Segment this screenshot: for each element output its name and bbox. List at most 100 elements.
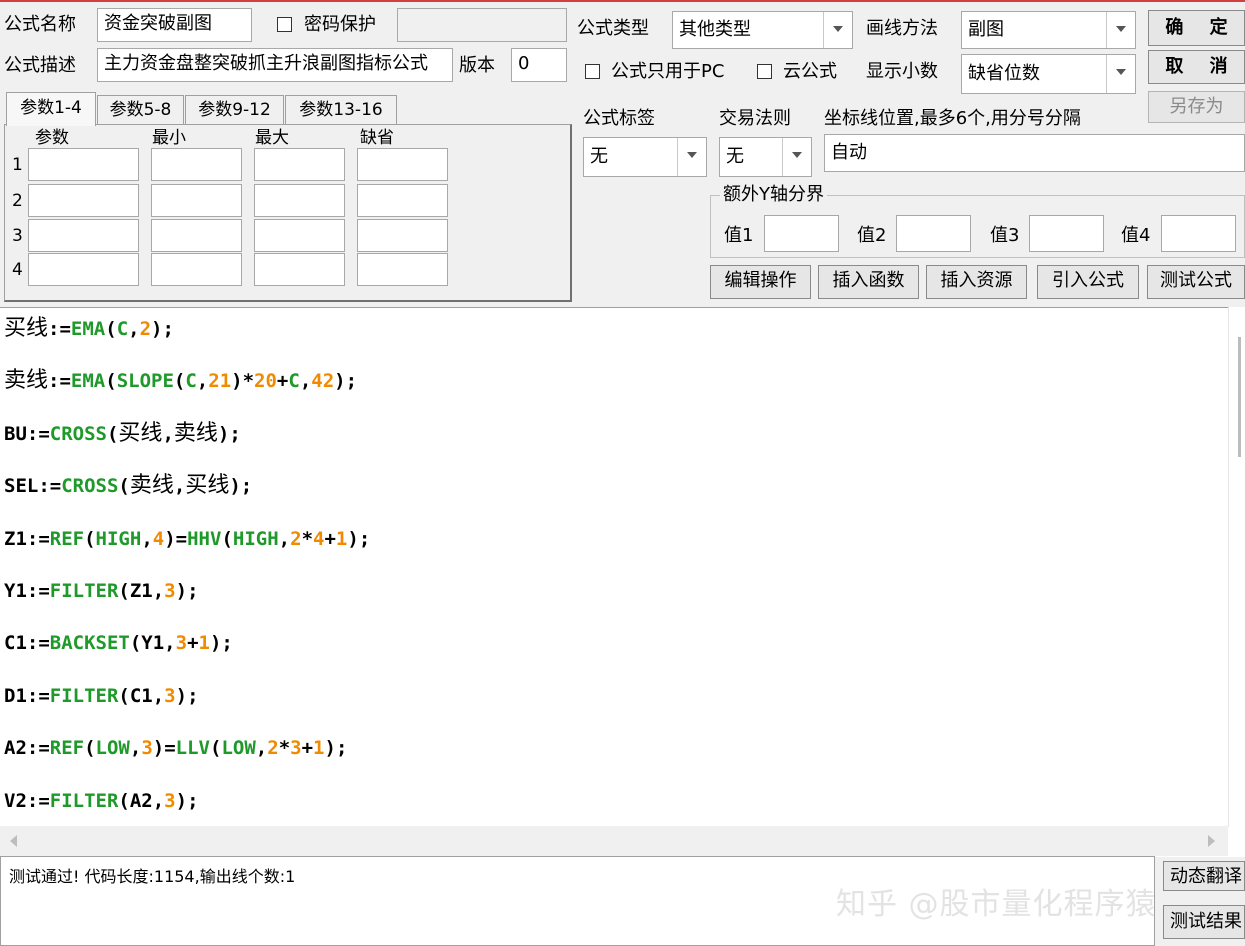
param-3-max-input[interactable] (254, 219, 345, 252)
param-4-name-input[interactable] (28, 253, 139, 286)
trade-rule-value: 无 (726, 146, 744, 167)
editor-scroll-thumb[interactable] (1238, 337, 1241, 457)
coord-lines-label: 坐标线位置,最多6个,用分号分隔 (824, 108, 1081, 129)
param-1-min-input[interactable] (151, 148, 242, 181)
version-input[interactable]: 0 (511, 48, 567, 82)
code-text: := (48, 318, 71, 340)
code-text: + (276, 370, 289, 393)
code-text: )* (231, 370, 255, 393)
tab-params-5-8[interactable]: 参数5-8 (97, 95, 184, 125)
save-as-button[interactable]: 另存为 (1148, 91, 1245, 123)
y-value-4-input[interactable] (1161, 215, 1236, 252)
code-function: REF (49, 527, 85, 550)
code-line: Z1:=REF(HIGH,4)=HHV(HIGH,2*4+1); (4, 524, 370, 554)
chevron-down-icon (1106, 12, 1135, 48)
param-2-name-input[interactable] (28, 184, 139, 217)
test-output-text: 测试通过! 代码长度:1154,输出线个数:1 (9, 867, 296, 886)
code-number: 1 (198, 632, 210, 655)
code-number: 42 (311, 370, 335, 393)
code-line: 买线:=EMA(C,2); (4, 314, 174, 344)
code-text: , (162, 422, 174, 445)
formula-name-input[interactable]: 资金突破副图 (97, 8, 252, 42)
code-text: )= (152, 737, 176, 760)
code-function: HIGH (95, 527, 142, 550)
code-identifier: 卖线 (129, 473, 174, 499)
param-4-default-input[interactable] (357, 253, 448, 286)
code-editor[interactable]: 买线:=EMA(C,2); 卖线:=EMA(SLOPE(C,21)*20+C,42… (0, 307, 1245, 857)
code-function: EMA (70, 318, 106, 340)
draw-method-value: 副图 (968, 19, 1004, 40)
param-1-max-input[interactable] (254, 148, 345, 181)
param-4-min-input[interactable] (151, 253, 242, 286)
pc-only-checkbox[interactable] (585, 64, 600, 79)
code-text: A2:= (4, 737, 50, 760)
cloud-formula-checkbox[interactable] (757, 64, 772, 79)
scroll-left-icon[interactable] (8, 834, 18, 848)
edit-operation-button[interactable]: 编辑操作 (710, 265, 811, 299)
code-number: 2 (267, 737, 279, 760)
formula-type-select[interactable]: 其他类型 (672, 11, 853, 49)
code-function: FILTER (49, 789, 119, 812)
param-1-name-input[interactable] (28, 148, 139, 181)
editor-horizontal-scrollbar[interactable] (0, 826, 1228, 856)
cancel-button[interactable]: 取 消 (1148, 50, 1245, 84)
param-3-name-input[interactable] (28, 219, 139, 252)
code-function: EMA (70, 370, 106, 393)
test-formula-button[interactable]: 测试公式 (1147, 265, 1245, 299)
code-function: CROSS (61, 475, 119, 498)
trade-rule-select[interactable]: 无 (719, 137, 812, 177)
formula-desc-input[interactable]: 主力资金盘整突破抓主升浪副图指标公式 (97, 48, 453, 82)
code-function: LOW (221, 737, 256, 760)
insert-resource-button[interactable]: 插入资源 (926, 265, 1027, 299)
code-text: ); (217, 422, 241, 445)
param-1-default-input[interactable] (357, 148, 448, 181)
formula-type-value: 其他类型 (679, 19, 751, 40)
param-2-max-input[interactable] (254, 184, 345, 217)
param-2-default-input[interactable] (357, 184, 448, 217)
code-text: Y1:= (4, 580, 50, 602)
code-number: 1 (313, 737, 325, 760)
window-top-border (0, 0, 1245, 2)
password-checkbox[interactable] (277, 17, 292, 32)
param-header-max: 最大 (255, 128, 289, 148)
code-number: 3 (175, 632, 188, 655)
code-text: , (128, 318, 140, 340)
code-text: ( (84, 737, 96, 760)
code-text: , (141, 527, 153, 550)
formula-tag-select[interactable]: 无 (583, 137, 707, 177)
param-4-max-input[interactable] (254, 253, 345, 286)
y-value-2-input[interactable] (896, 215, 971, 252)
code-line: BU:=CROSS(买线,卖线); (4, 419, 241, 449)
tab-params-9-12[interactable]: 参数9-12 (185, 95, 284, 125)
tab-params-13-16[interactable]: 参数13-16 (285, 95, 397, 125)
code-text: + (301, 737, 314, 760)
editor-vertical-scrollbar[interactable] (1228, 307, 1245, 827)
y-value-1-input[interactable] (764, 215, 839, 252)
param-3-default-input[interactable] (357, 219, 448, 252)
code-text: ); (324, 737, 348, 760)
code-function: REF (49, 737, 85, 760)
decimal-value: 缺省位数 (968, 63, 1040, 84)
code-identifier: 买线 (185, 473, 230, 499)
code-number: 4 (313, 527, 325, 550)
code-text: BU:= (4, 422, 50, 445)
param-2-min-input[interactable] (151, 184, 242, 217)
insert-function-button[interactable]: 插入函数 (818, 265, 919, 299)
import-formula-button[interactable]: 引入公式 (1037, 265, 1139, 299)
param-3-min-input[interactable] (151, 219, 242, 252)
decimal-select[interactable]: 缺省位数 (961, 54, 1136, 94)
chevron-down-icon (677, 138, 706, 176)
ok-button[interactable]: 确 定 (1148, 10, 1245, 46)
code-text: * (301, 527, 314, 550)
code-text: C1:= (4, 632, 50, 655)
dynamic-translate-button[interactable]: 动态翻译 (1163, 861, 1245, 891)
test-result-button[interactable]: 测试结果 (1163, 905, 1245, 939)
code-line: Y1:=FILTER(Z1,3); (4, 576, 199, 606)
draw-method-select[interactable]: 副图 (961, 11, 1136, 49)
code-text: )= (164, 527, 188, 550)
coord-lines-input[interactable]: 自动 (824, 134, 1245, 172)
tab-params-1-4[interactable]: 参数1-4 (6, 92, 96, 126)
scroll-right-icon[interactable] (1207, 834, 1217, 848)
password-input[interactable] (397, 8, 567, 42)
y-value-3-input[interactable] (1029, 215, 1104, 252)
